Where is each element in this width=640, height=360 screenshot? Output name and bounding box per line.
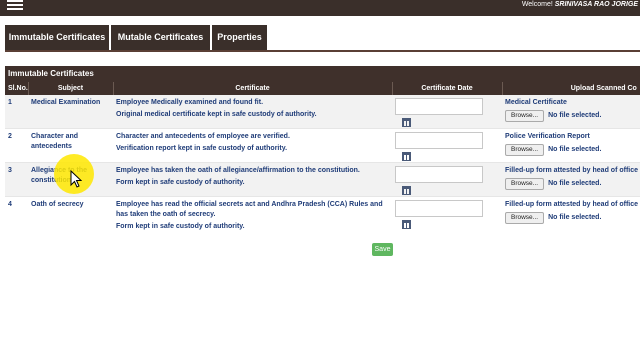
browse-button[interactable]: Browse... <box>505 144 545 156</box>
user-name: SRINIVASA RAO JORIGE <box>554 1 638 8</box>
row-date <box>392 128 502 163</box>
certificate-text: Employee has read the official secrets a… <box>116 201 383 218</box>
row-subject: Medical Examination <box>28 95 113 129</box>
tab-properties[interactable]: Properties <box>212 25 267 50</box>
tab-underline <box>5 50 640 52</box>
no-file-text: No file selected. <box>548 214 602 221</box>
row-number: 4 <box>5 196 28 230</box>
row-subject: Allegiance to the constitution <box>28 162 113 197</box>
certificate-date-input[interactable] <box>395 200 483 217</box>
column-header-certificate-date: Certificate Date <box>391 82 502 95</box>
upload-label: Filled-up form attested by head of offic… <box>505 201 639 208</box>
table-row: 2 Character and antecedents Character an… <box>5 128 640 163</box>
row-number: 2 <box>5 128 28 163</box>
tab-bar: Immutable Certificates Mutable Certifica… <box>5 25 269 50</box>
certificate-date-input[interactable] <box>395 98 483 115</box>
table-row: 3 Allegiance to the constitution Employe… <box>5 162 640 197</box>
certificate-date-input[interactable] <box>395 166 483 183</box>
row-certificate: Employee has taken the oath of allegianc… <box>113 162 392 197</box>
row-upload: Filled-up form attested by head of offic… <box>502 196 640 230</box>
upload-label: Filled-up form attested by head of offic… <box>505 167 639 174</box>
top-bar: Welcome! SRINIVASA RAO JORIGE <box>0 0 640 16</box>
certificate-note: Form kept in safe custody of authority. <box>116 179 245 186</box>
hamburger-icon[interactable] <box>7 0 23 12</box>
calendar-icon[interactable] <box>401 186 412 196</box>
row-number: 3 <box>5 162 28 197</box>
row-date <box>392 196 502 230</box>
no-file-text: No file selected. <box>548 112 602 119</box>
row-certificate: Employee Medically examined and found fi… <box>113 95 392 129</box>
calendar-icon[interactable] <box>401 118 412 128</box>
tab-immutable-certificates[interactable]: Immutable Certificates <box>5 25 109 50</box>
upload-label: Police Verification Report <box>505 133 590 140</box>
row-subject: Oath of secrecy <box>28 196 113 230</box>
column-header-upload: Upload Scanned Co <box>501 82 640 95</box>
row-upload: Medical Certificate Browse... No file sel… <box>502 95 640 129</box>
no-file-text: No file selected. <box>548 146 602 153</box>
row-date <box>392 95 502 129</box>
certificate-text: Character and antecedents of employee ar… <box>116 133 290 140</box>
panel-title: Immutable Certificates <box>5 66 640 82</box>
certificate-note: Original medical certificate kept in saf… <box>116 111 317 118</box>
save-button[interactable]: Save <box>372 243 393 256</box>
row-subject: Character and antecedents <box>28 128 113 163</box>
no-file-text: No file selected. <box>548 180 602 187</box>
calendar-icon[interactable] <box>401 220 412 230</box>
certificates-panel: Immutable Certificates Sl.No. Subject Ce… <box>5 66 640 230</box>
certificate-text: Employee has taken the oath of allegianc… <box>116 167 360 174</box>
welcome-prefix: Welcome! <box>521 1 553 8</box>
tab-mutable-certificates[interactable]: Mutable Certificates <box>111 25 210 50</box>
welcome-text: Welcome! SRINIVASA RAO JORIGE <box>522 0 638 9</box>
certificate-note: Verification report kept in safe custody… <box>116 145 288 152</box>
upload-label: Medical Certificate <box>505 99 567 106</box>
browse-button[interactable]: Browse... <box>505 110 545 122</box>
table-row: 4 Oath of secrecy Employee has read the … <box>5 196 640 230</box>
row-upload: Filled-up form attested by head of offic… <box>502 162 640 197</box>
table-row: 1 Medical Examination Employee Medically… <box>5 95 640 129</box>
column-header-slno: Sl.No. <box>5 82 28 95</box>
calendar-icon[interactable] <box>401 152 412 162</box>
row-upload: Police Verification Report Browse... No f… <box>502 128 640 163</box>
column-header-certificate: Certificate <box>112 82 392 95</box>
row-certificate: Character and antecedents of employee ar… <box>113 128 392 163</box>
certificates-table: Sl.No. Subject Certificate Certificate D… <box>5 82 640 230</box>
certificate-text: Employee Medically examined and found fi… <box>116 99 264 106</box>
row-date <box>392 162 502 197</box>
browse-button[interactable]: Browse... <box>505 212 545 224</box>
certificate-date-input[interactable] <box>395 132 483 149</box>
column-header-subject: Subject <box>27 82 113 95</box>
row-number: 1 <box>5 95 28 129</box>
browse-button[interactable]: Browse... <box>505 178 545 190</box>
certificate-note: Form kept in safe custody of authority. <box>116 223 245 230</box>
row-certificate: Employee has read the official secrets a… <box>113 196 392 230</box>
